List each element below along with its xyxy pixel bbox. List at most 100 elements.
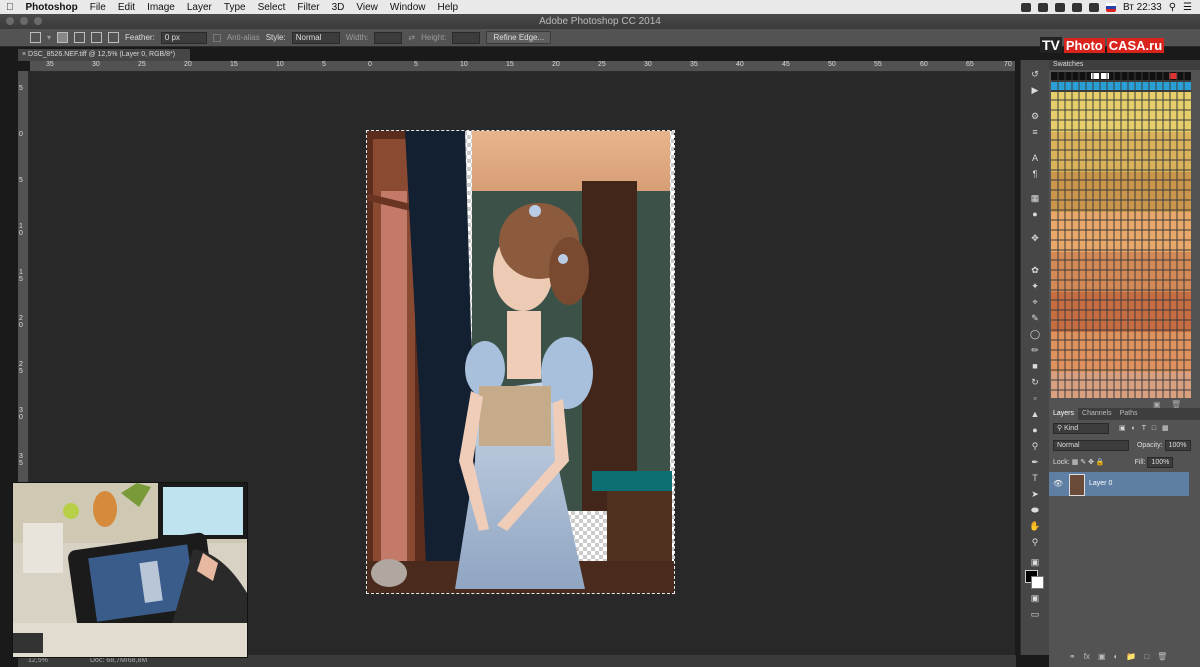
stamp-tool-icon[interactable]: ■: [1029, 360, 1041, 372]
menu-filter[interactable]: Filter: [291, 2, 325, 13]
wifi-icon[interactable]: [1071, 2, 1082, 12]
quick-mask-icon[interactable]: ▣: [1029, 592, 1041, 604]
delete-layer-icon[interactable]: 🗑: [1157, 652, 1167, 664]
swatches-panel-header[interactable]: Swatches: [1049, 60, 1200, 70]
feather-input[interactable]: 0 px: [160, 31, 207, 44]
new-selection-icon[interactable]: [57, 32, 69, 43]
lock-position-icon[interactable]: ✥: [1088, 459, 1094, 466]
add-mask-icon[interactable]: ▣: [1098, 652, 1106, 664]
history-icon[interactable]: ↺: [1029, 68, 1041, 80]
blend-mode-select[interactable]: Normal: [1053, 440, 1129, 451]
menu-edit[interactable]: Edit: [112, 2, 141, 13]
dropdown-arrow-icon[interactable]: ▾: [47, 33, 51, 42]
tray-icon[interactable]: [1037, 2, 1048, 12]
document-tab[interactable]: × DSC_8526.NEF.tiff @ 12,5% (Layer 0, RG…: [18, 49, 190, 61]
filter-shape-icon[interactable]: □: [1152, 425, 1156, 432]
menu-window[interactable]: Window: [384, 2, 432, 13]
menu-type[interactable]: Type: [218, 2, 252, 13]
fill-input[interactable]: 100%: [1147, 457, 1174, 468]
menu-view[interactable]: View: [350, 2, 384, 13]
eyedropper-icon[interactable]: ✎: [1029, 312, 1041, 324]
menu-3d[interactable]: 3D: [326, 2, 351, 13]
style-select[interactable]: Normal: [291, 31, 340, 44]
add-selection-icon[interactable]: [74, 32, 86, 43]
swatch-cells[interactable]: [1051, 72, 1191, 398]
marquee-tool-icon[interactable]: [1029, 248, 1041, 260]
marquee-tool-icon[interactable]: [30, 32, 41, 43]
filter-adjust-icon[interactable]: ◐: [1132, 425, 1136, 432]
healing-brush-icon[interactable]: ◯: [1029, 328, 1041, 340]
brush-tool-icon[interactable]: ✏: [1029, 344, 1041, 356]
pen-tool-icon[interactable]: ✒: [1029, 456, 1041, 468]
menu-help[interactable]: Help: [431, 2, 464, 13]
adjustment-layer-icon[interactable]: ◐: [1114, 652, 1119, 664]
adjust-icon[interactable]: ⚙: [1029, 110, 1041, 122]
antialias-checkbox[interactable]: [212, 33, 221, 42]
lasso-tool-icon[interactable]: ✿: [1029, 264, 1041, 276]
screen-mode-icon[interactable]: ▭: [1029, 608, 1041, 620]
paragraph-icon[interactable]: ¶: [1029, 168, 1041, 180]
new-group-icon[interactable]: 📁: [1126, 652, 1136, 664]
list-icon[interactable]: ☰: [1183, 2, 1192, 13]
lock-pixels-icon[interactable]: ✎: [1080, 459, 1086, 466]
opacity-input[interactable]: 100%: [1164, 440, 1191, 451]
document-canvas[interactable]: [366, 130, 675, 594]
tab-paths[interactable]: Paths: [1116, 408, 1142, 420]
app-menu[interactable]: Photoshop: [20, 2, 84, 13]
move-tool-icon[interactable]: ✥: [1029, 232, 1041, 244]
zoom-window-button[interactable]: [34, 17, 42, 25]
menu-file[interactable]: File: [84, 2, 112, 13]
eraser-tool-icon[interactable]: ▫: [1029, 392, 1041, 404]
character-icon[interactable]: A: [1029, 152, 1041, 164]
play-icon[interactable]: ▶: [1029, 84, 1041, 96]
apple-icon[interactable]: : [0, 2, 20, 13]
intersect-selection-icon[interactable]: [108, 32, 120, 43]
refine-edge-button[interactable]: Refine Edge...: [486, 31, 552, 44]
crop-tool-icon[interactable]: ⌖: [1029, 296, 1041, 308]
width-input[interactable]: [374, 31, 403, 44]
magic-wand-icon[interactable]: ✦: [1029, 280, 1041, 292]
tab-layers[interactable]: Layers: [1049, 408, 1079, 420]
menu-select[interactable]: Select: [252, 2, 292, 13]
layer-name[interactable]: Layer 0: [1089, 480, 1112, 487]
lock-transparent-icon[interactable]: ▦: [1072, 459, 1079, 466]
layer-row[interactable]: 👁 Layer 0: [1049, 472, 1189, 496]
clone-source-icon[interactable]: ●: [1029, 208, 1041, 220]
new-layer-icon[interactable]: □: [1144, 652, 1149, 664]
zoom-tool-icon[interactable]: ⚲: [1029, 536, 1041, 548]
fx-icon[interactable]: fx: [1084, 652, 1090, 664]
flag-icon[interactable]: [1105, 2, 1116, 12]
default-colors-icon[interactable]: ▣: [1029, 556, 1041, 568]
tray-icon[interactable]: [1020, 2, 1031, 12]
kind-filter-select[interactable]: ⚲ Kind: [1053, 423, 1109, 434]
hand-tool-icon[interactable]: ✋: [1029, 520, 1041, 532]
type-tool-icon[interactable]: T: [1029, 472, 1041, 484]
shape-tool-icon[interactable]: ⬬: [1029, 504, 1041, 516]
filter-type-icon[interactable]: T: [1142, 425, 1146, 432]
swatches-grid[interactable]: [1051, 72, 1191, 398]
tab-channels[interactable]: Channels: [1078, 408, 1116, 420]
dodge-tool-icon[interactable]: ⚲: [1029, 440, 1041, 452]
path-select-icon[interactable]: ➤: [1029, 488, 1041, 500]
eye-icon[interactable]: 👁: [1053, 479, 1063, 488]
background-color-swatch[interactable]: [1031, 576, 1044, 589]
close-window-button[interactable]: [6, 17, 14, 25]
menu-layer[interactable]: Layer: [181, 2, 218, 13]
minimize-window-button[interactable]: [20, 17, 28, 25]
brush-preset-icon[interactable]: ▦: [1029, 192, 1041, 204]
link-layers-icon[interactable]: ⚭: [1069, 652, 1076, 664]
height-input[interactable]: [452, 31, 481, 44]
gradient-tool-icon[interactable]: ▲: [1029, 408, 1041, 420]
lock-all-icon[interactable]: 🔒: [1096, 459, 1105, 466]
filter-pixel-icon[interactable]: ▣: [1119, 425, 1126, 432]
swap-icon[interactable]: ⇄: [408, 33, 415, 42]
battery-icon[interactable]: [1088, 2, 1099, 12]
menu-image[interactable]: Image: [141, 2, 181, 13]
sliders-icon[interactable]: ≡: [1029, 126, 1041, 138]
filter-smart-icon[interactable]: ▦: [1162, 425, 1169, 432]
tray-icon[interactable]: [1054, 2, 1065, 12]
subtract-selection-icon[interactable]: [91, 32, 103, 43]
history-brush-icon[interactable]: ↻: [1029, 376, 1041, 388]
horizontal-ruler[interactable]: 35 30 25 20 15 10 5 0 5 10 15 20 25 30 3…: [30, 61, 1015, 72]
clock[interactable]: Вт 22:33: [1123, 2, 1162, 13]
